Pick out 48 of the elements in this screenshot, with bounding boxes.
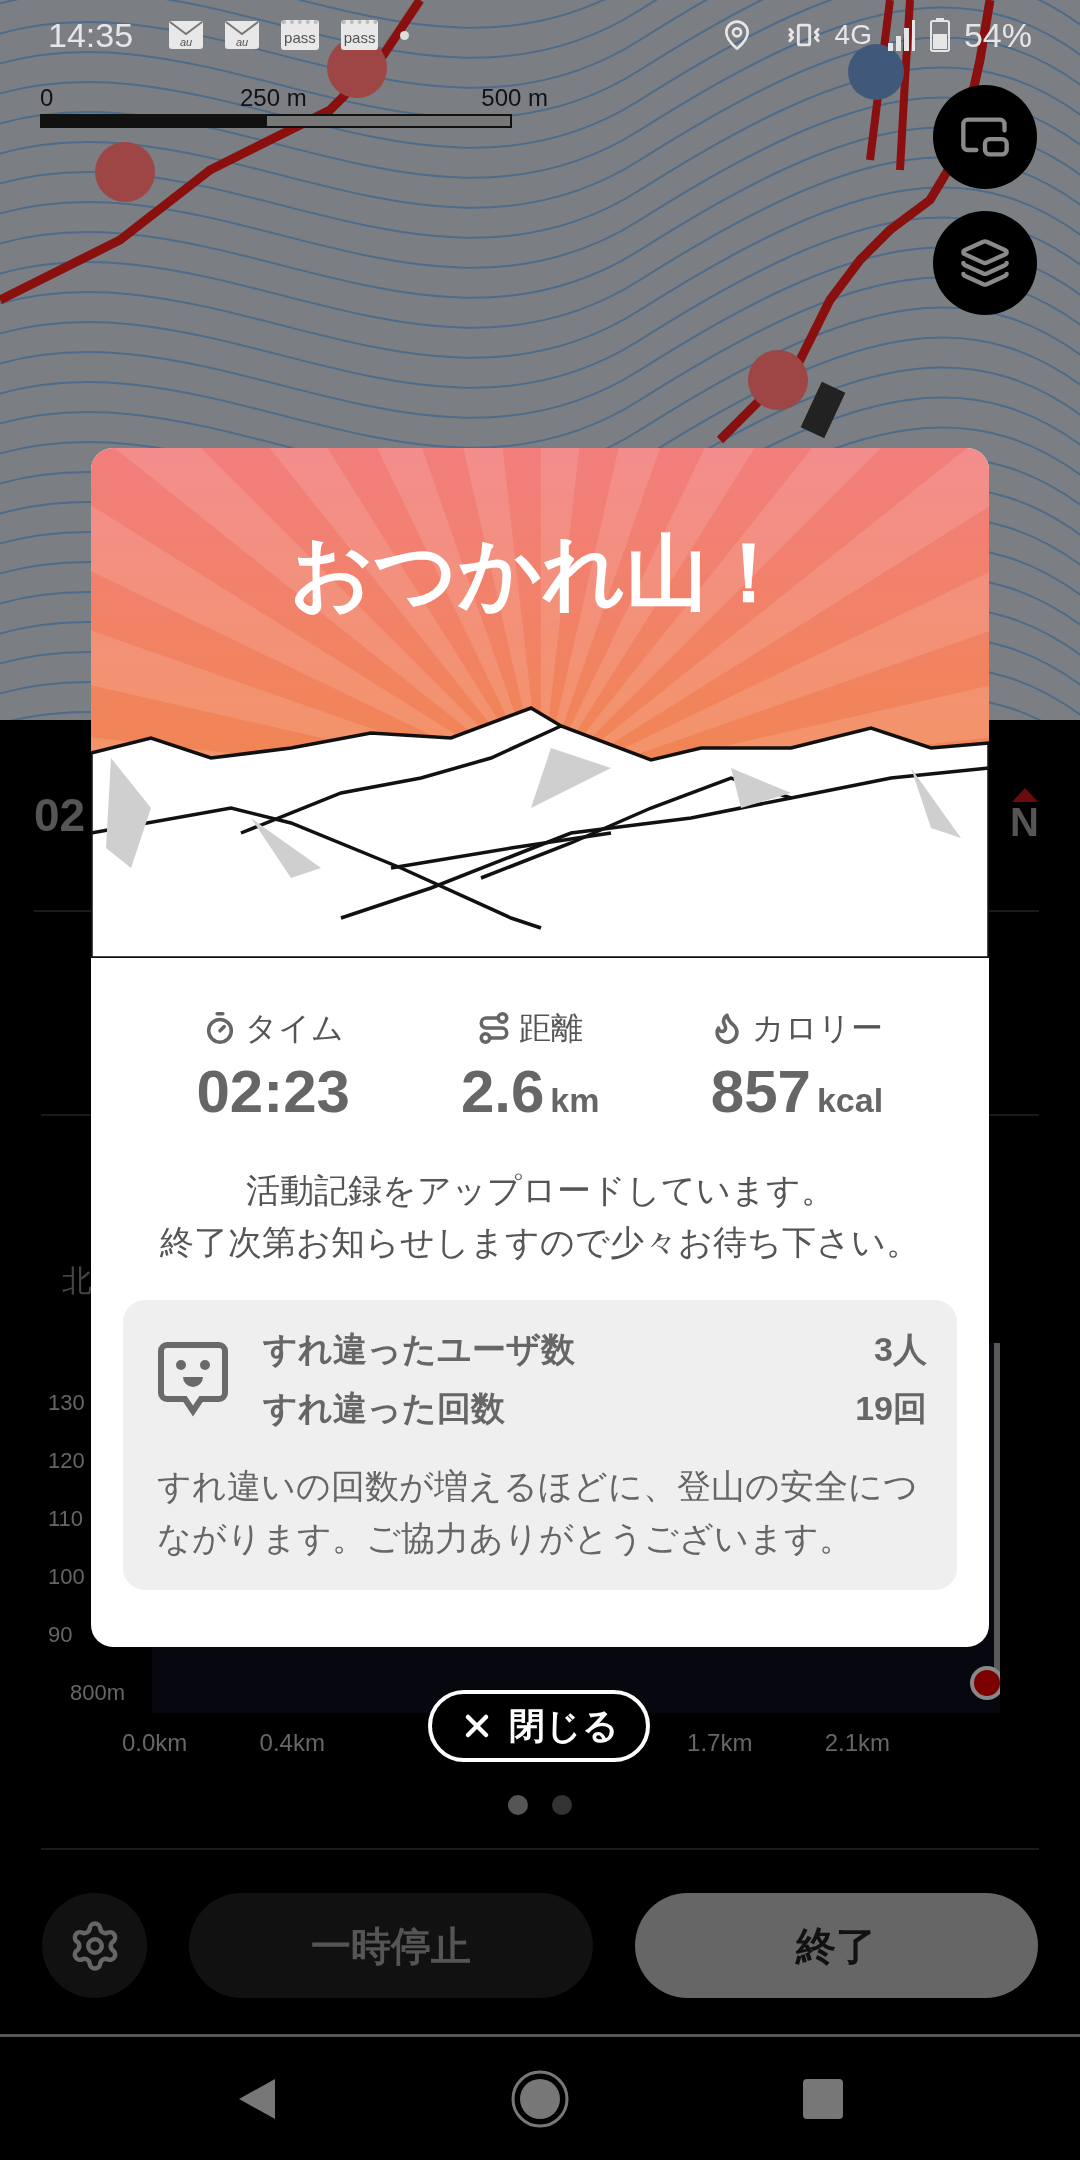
battery-icon — [929, 18, 950, 52]
distance-axis-label: 2.1km — [824, 1728, 890, 1758]
close-button[interactable]: 閉じる — [428, 1690, 650, 1762]
pass-icon: pass — [281, 20, 319, 50]
pause-button[interactable]: 一時停止 — [189, 1893, 593, 1998]
status-time: 14:35 — [48, 14, 134, 56]
network-type: 4G — [834, 18, 872, 52]
signal-icon — [885, 19, 916, 51]
distance-axis-label: 0.4km — [259, 1728, 325, 1758]
encounter-value: 19回 — [855, 1388, 927, 1429]
scale-label: 0 — [40, 86, 54, 110]
encounter-label: すれ違ったユーザ数 — [263, 1329, 575, 1370]
pass-icon: pass — [340, 20, 379, 50]
stat-label: 距離 — [519, 1009, 584, 1048]
scale-label: 500 m — [481, 86, 548, 110]
smiley-bubble-icon — [157, 1341, 229, 1417]
upload-message: 終了次第お知らせしますので少々お待ち下さい。 — [160, 1222, 920, 1263]
distance-axis-label: 1.7km — [687, 1728, 753, 1758]
home-icon[interactable] — [510, 2068, 570, 2129]
scale-label: 250 m — [240, 86, 307, 110]
stat-unit: km — [550, 1080, 600, 1121]
encounter-note: すれ違いの回数が増えるほどに、登山の安全につながります。ご協力ありがとうございます。 — [157, 1466, 919, 1559]
finish-button[interactable]: 終了 — [634, 1893, 1038, 1998]
elevation-axis-label: 90 — [48, 1621, 73, 1649]
distance-axis-label: 0.0km — [122, 1728, 188, 1758]
mail-icon: au — [225, 21, 260, 49]
elevation-axis-label: 800m — [70, 1679, 126, 1707]
elevation-axis-label: 110 — [48, 1505, 84, 1533]
elevation-axis-label: 130 — [48, 1389, 85, 1417]
compass-north: N — [1010, 802, 1039, 842]
stat-value: 2.6 — [460, 1062, 545, 1122]
elevation-axis-label: 100 — [48, 1563, 85, 1591]
recents-icon[interactable] — [803, 2078, 844, 2119]
encounter-label: すれ違った回数 — [263, 1388, 505, 1429]
direction-label: 北 — [62, 1263, 92, 1299]
compass-arrow-icon — [1011, 788, 1038, 802]
upload-message: 活動記録をアップロードしています。 — [245, 1170, 835, 1211]
stat-value: 02 — [34, 787, 86, 843]
stat-label: タイム — [244, 1009, 344, 1048]
layers-icon — [959, 237, 1011, 289]
stat-value: 857 — [710, 1062, 811, 1122]
stat-unit: kcal — [816, 1080, 884, 1121]
elevation-axis-label: 120 — [48, 1447, 85, 1475]
encounter-value: 3人 — [874, 1329, 927, 1370]
stat-label: カロリー — [752, 1009, 884, 1048]
dialog-title: おつかれ山！ — [290, 532, 790, 620]
stat-value: 02:23 — [196, 1062, 350, 1122]
mail-icon: au — [169, 21, 204, 49]
